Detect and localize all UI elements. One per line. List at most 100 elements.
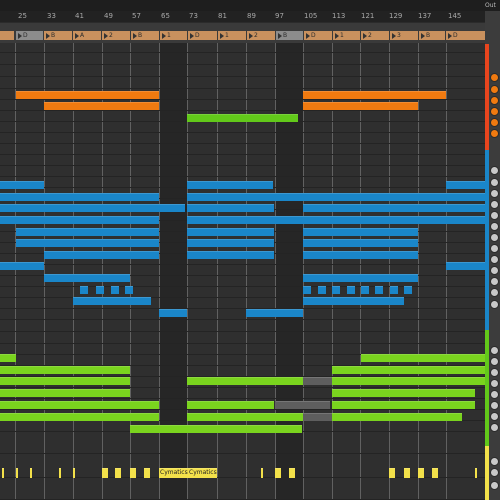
audio-clip[interactable] (332, 401, 475, 409)
audio-clip[interactable] (73, 468, 75, 478)
track-activator-icon[interactable] (490, 129, 499, 138)
locator[interactable]: B (44, 31, 72, 40)
midi-clip[interactable] (0, 216, 159, 224)
audio-clip[interactable] (30, 468, 32, 478)
midi-clip[interactable] (332, 286, 340, 294)
audio-clip[interactable] (261, 468, 263, 478)
audio-clip[interactable] (16, 91, 159, 99)
bar-ruler[interactable]: 25 33 41 49 57 65 73 81 89 97 105 113 12… (0, 11, 485, 22)
audio-clip[interactable] (0, 413, 159, 421)
track-activator-icon[interactable] (490, 266, 499, 275)
track-activator-icon[interactable] (490, 189, 499, 198)
midi-clip[interactable] (80, 286, 88, 294)
track-activator-icon[interactable] (490, 357, 499, 366)
audio-clip-muted[interactable] (276, 401, 330, 409)
audio-clip[interactable] (44, 102, 159, 110)
audio-clip[interactable] (2, 468, 4, 478)
audio-clip[interactable] (187, 114, 298, 122)
midi-clip[interactable] (44, 274, 130, 282)
midi-clip[interactable] (347, 286, 355, 294)
audio-clip[interactable]: Cymatics (188, 468, 217, 478)
midi-clip[interactable] (303, 297, 404, 305)
track-activator-icon[interactable] (490, 468, 499, 477)
track-activator-icon[interactable] (490, 390, 499, 399)
track-activator-icon[interactable] (490, 379, 499, 388)
track-activator-icon[interactable] (490, 85, 499, 94)
track-activator-icon[interactable] (490, 96, 499, 105)
midi-clip[interactable] (303, 204, 485, 212)
audio-clip[interactable] (130, 468, 136, 478)
track-activator-icon[interactable] (490, 255, 499, 264)
track-activator-icon[interactable] (490, 222, 499, 231)
track-activator-icon[interactable] (490, 107, 499, 116)
audio-clip[interactable] (289, 468, 295, 478)
midi-clip[interactable] (16, 228, 159, 236)
audio-clip[interactable] (0, 401, 159, 409)
audio-clip[interactable] (187, 377, 303, 385)
midi-clip[interactable] (303, 228, 418, 236)
midi-clip[interactable] (73, 297, 151, 305)
locator[interactable]: B (276, 31, 303, 40)
audio-clip[interactable] (16, 468, 18, 478)
audio-clip[interactable] (332, 377, 485, 385)
audio-clip[interactable] (130, 425, 302, 433)
locator[interactable]: 2 (361, 31, 389, 40)
midi-clip[interactable] (303, 286, 311, 294)
audio-clip[interactable] (332, 366, 485, 374)
audio-clip[interactable]: Cymatics (159, 468, 188, 478)
locator[interactable] (0, 31, 14, 40)
track-activator-icon[interactable] (490, 118, 499, 127)
audio-clip[interactable] (361, 354, 485, 362)
midi-clip[interactable] (187, 181, 273, 189)
audio-clip[interactable] (303, 102, 418, 110)
audio-clip[interactable] (332, 389, 475, 397)
midi-clip[interactable] (187, 239, 274, 247)
audio-clip[interactable] (432, 468, 438, 478)
locator[interactable]: 2 (247, 31, 275, 40)
midi-clip[interactable] (446, 181, 485, 189)
midi-clip[interactable] (125, 286, 133, 294)
locator[interactable]: B (131, 31, 159, 40)
locator[interactable]: B (419, 31, 445, 40)
midi-clip[interactable] (303, 251, 418, 259)
locator[interactable]: A (73, 31, 101, 40)
audio-clip[interactable] (0, 366, 130, 374)
track-activator-icon[interactable] (490, 346, 499, 355)
locator[interactable]: 1 (333, 31, 360, 40)
track-activator-icon[interactable] (490, 178, 499, 187)
audio-clip[interactable] (187, 401, 274, 409)
audio-clip[interactable] (0, 377, 130, 385)
audio-clip[interactable] (144, 468, 150, 478)
midi-clip[interactable] (375, 286, 383, 294)
midi-clip[interactable] (44, 251, 159, 259)
midi-clip[interactable] (0, 193, 159, 201)
track-activator-icon[interactable] (490, 423, 499, 432)
locator[interactable]: D (16, 31, 43, 40)
arrangement-clips-area[interactable]: Cymatics Cymatics (0, 43, 485, 500)
audio-clip[interactable] (389, 468, 395, 478)
audio-clip[interactable] (303, 91, 446, 99)
midi-clip[interactable] (0, 262, 44, 270)
midi-clip[interactable] (187, 204, 274, 212)
locator[interactable]: D (188, 31, 217, 40)
track-activator-icon[interactable] (490, 288, 499, 297)
track-activator-icon[interactable] (490, 481, 499, 490)
midi-clip[interactable] (390, 286, 398, 294)
midi-clip[interactable] (0, 204, 185, 212)
audio-clip[interactable] (332, 413, 462, 421)
track-activator-icon[interactable] (490, 211, 499, 220)
track-activator-icon[interactable] (490, 457, 499, 466)
midi-clip[interactable] (0, 181, 44, 189)
locator[interactable]: 1 (160, 31, 187, 40)
track-activator-icon[interactable] (490, 200, 499, 209)
midi-clip[interactable] (303, 274, 418, 282)
midi-clip[interactable] (187, 228, 274, 236)
audio-clip[interactable] (0, 389, 130, 397)
locator-lane[interactable]: D B A 2 B 1 D 1 2 B D 1 2 3 B D (0, 23, 485, 43)
audio-clip[interactable] (404, 468, 410, 478)
midi-clip[interactable] (111, 286, 119, 294)
track-activator-icon[interactable] (490, 233, 499, 242)
audio-clip-muted[interactable] (303, 413, 332, 421)
midi-clip[interactable] (404, 286, 412, 294)
midi-clip[interactable] (318, 286, 326, 294)
